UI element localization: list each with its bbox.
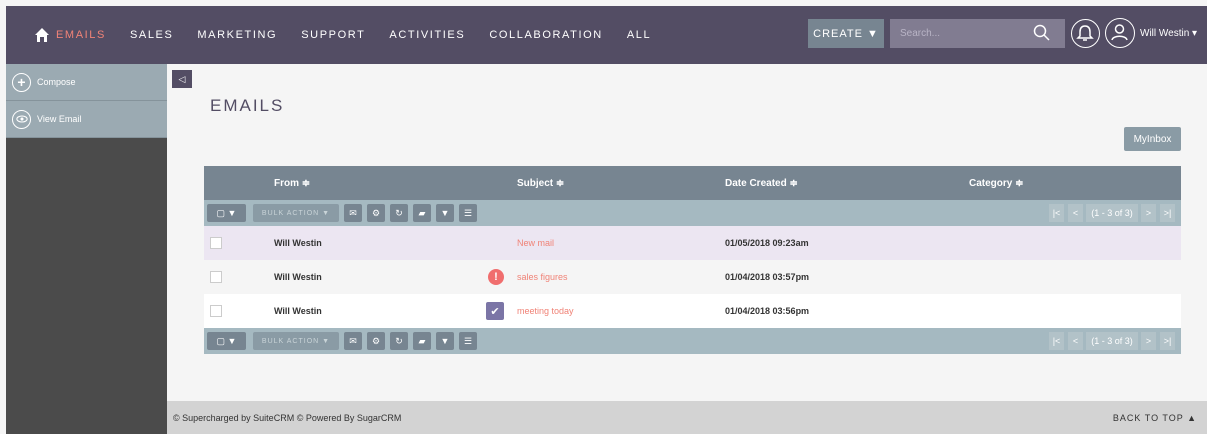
notification-bell-icon[interactable] (1071, 19, 1100, 48)
search-input[interactable]: Search... (890, 19, 1065, 48)
nav-sales[interactable]: SALES (130, 29, 173, 41)
row-subject[interactable]: meeting today (517, 306, 574, 316)
refresh-icon[interactable]: ↻ (390, 204, 408, 222)
table-row[interactable]: Will Westin New mail 01/05/2018 09:23am (204, 226, 1181, 260)
select-dropdown[interactable]: ▢ ▼ (207, 332, 246, 350)
bulk-action-button[interactable]: BULK ACTION ▼ (253, 204, 339, 222)
footer-credits[interactable]: © Supercharged by SuiteCRM © Powered By … (173, 413, 401, 423)
next-page-icon[interactable]: > (1141, 204, 1156, 222)
refresh-icon[interactable]: ↻ (390, 332, 408, 350)
plus-icon: + (12, 72, 31, 92)
last-page-icon[interactable]: >| (1160, 332, 1175, 350)
sidebar-collapse-icon[interactable]: ◁ (172, 70, 192, 88)
row-from: Will Westin (274, 272, 322, 282)
user-menu[interactable]: Will Westin ▾ (1140, 28, 1197, 39)
nav-collaboration[interactable]: COLLABORATION (489, 29, 603, 41)
nav-marketing[interactable]: MARKETING (197, 29, 277, 41)
table-row[interactable]: Will Westin ! sales figures 01/04/2018 0… (204, 260, 1181, 294)
row-checkbox[interactable] (210, 237, 222, 249)
row-subject[interactable]: New mail (517, 238, 554, 248)
checkmark-icon: ✔ (486, 302, 504, 320)
top-toolbar: ▢ ▼ BULK ACTION ▼ ✉ ⚙ ↻ ▰ ▼ ☰ |< < (1 - … (204, 200, 1181, 226)
search-icon[interactable] (1033, 24, 1051, 42)
list-icon[interactable]: ☰ (459, 204, 477, 222)
sidebar-item-label: Compose (37, 77, 76, 87)
folder-icon[interactable]: ▰ (413, 332, 431, 350)
row-checkbox[interactable] (210, 271, 222, 283)
nav-emails[interactable]: EMAILS (56, 29, 106, 41)
bulk-action-button[interactable]: BULK ACTION ▼ (253, 332, 339, 350)
filter-icon[interactable]: ▼ (436, 332, 454, 350)
row-subject[interactable]: sales figures (517, 272, 568, 282)
prev-page-icon[interactable]: < (1068, 332, 1083, 350)
footer: © Supercharged by SuiteCRM © Powered By … (167, 401, 1207, 434)
nav-activities[interactable]: ACTIVITIES (389, 29, 465, 41)
email-icon[interactable]: ✉ (344, 204, 362, 222)
prev-page-icon[interactable]: < (1068, 204, 1083, 222)
search-placeholder: Search... (900, 28, 941, 39)
filter-icon[interactable]: ▼ (436, 204, 454, 222)
sidebar-item-view-email[interactable]: View Email (6, 101, 167, 138)
column-date-created[interactable]: Date Created ≑ (725, 178, 798, 189)
column-category[interactable]: Category ≑ (969, 178, 1024, 189)
row-date: 01/04/2018 03:57pm (725, 272, 810, 282)
eye-icon (12, 109, 31, 129)
create-button[interactable]: CREATE ▼ (808, 19, 884, 48)
row-from: Will Westin (274, 238, 322, 248)
email-icon[interactable]: ✉ (344, 332, 362, 350)
sidebar-item-compose[interactable]: + Compose (6, 64, 167, 101)
page-title: EMAILS (210, 96, 285, 115)
nav-all[interactable]: ALL (627, 29, 651, 41)
row-from: Will Westin (274, 306, 322, 316)
column-from[interactable]: From ≑ (274, 178, 310, 189)
sidebar-item-label: View Email (37, 114, 82, 124)
nav-support[interactable]: SUPPORT (301, 29, 365, 41)
pagination-label: (1 - 3 of 3) (1086, 204, 1138, 222)
last-page-icon[interactable]: >| (1160, 204, 1175, 222)
row-date: 01/04/2018 03:56pm (725, 306, 810, 316)
next-page-icon[interactable]: > (1141, 332, 1156, 350)
bottom-toolbar: ▢ ▼ BULK ACTION ▼ ✉ ⚙ ↻ ▰ ▼ ☰ |< < (1 - … (204, 328, 1181, 354)
sidebar: + Compose View Email (6, 64, 167, 434)
pagination-label: (1 - 3 of 3) (1086, 332, 1138, 350)
email-list-table: From ≑ Subject ≑ Date Created ≑ Category… (204, 166, 1181, 354)
list-icon[interactable]: ☰ (459, 332, 477, 350)
row-date: 01/05/2018 09:23am (725, 238, 809, 248)
select-dropdown[interactable]: ▢ ▼ (207, 204, 246, 222)
important-icon: ! (488, 269, 504, 285)
table-row[interactable]: Will Westin ✔ meeting today 01/04/2018 0… (204, 294, 1181, 328)
column-subject[interactable]: Subject ≑ (517, 178, 564, 189)
first-page-icon[interactable]: |< (1049, 332, 1064, 350)
first-page-icon[interactable]: |< (1049, 204, 1064, 222)
gear-icon[interactable]: ⚙ (367, 332, 385, 350)
gear-icon[interactable]: ⚙ (367, 204, 385, 222)
table-header: From ≑ Subject ≑ Date Created ≑ Category… (204, 166, 1181, 200)
folder-icon[interactable]: ▰ (413, 204, 431, 222)
user-avatar-icon[interactable] (1105, 18, 1135, 48)
myinbox-button[interactable]: MyInbox (1124, 127, 1181, 151)
back-to-top-link[interactable]: BACK TO TOP ▲ (1113, 413, 1197, 423)
top-navbar: EMAILS SALES MARKETING SUPPORT ACTIVITIE… (6, 6, 1207, 64)
row-checkbox[interactable] (210, 305, 222, 317)
